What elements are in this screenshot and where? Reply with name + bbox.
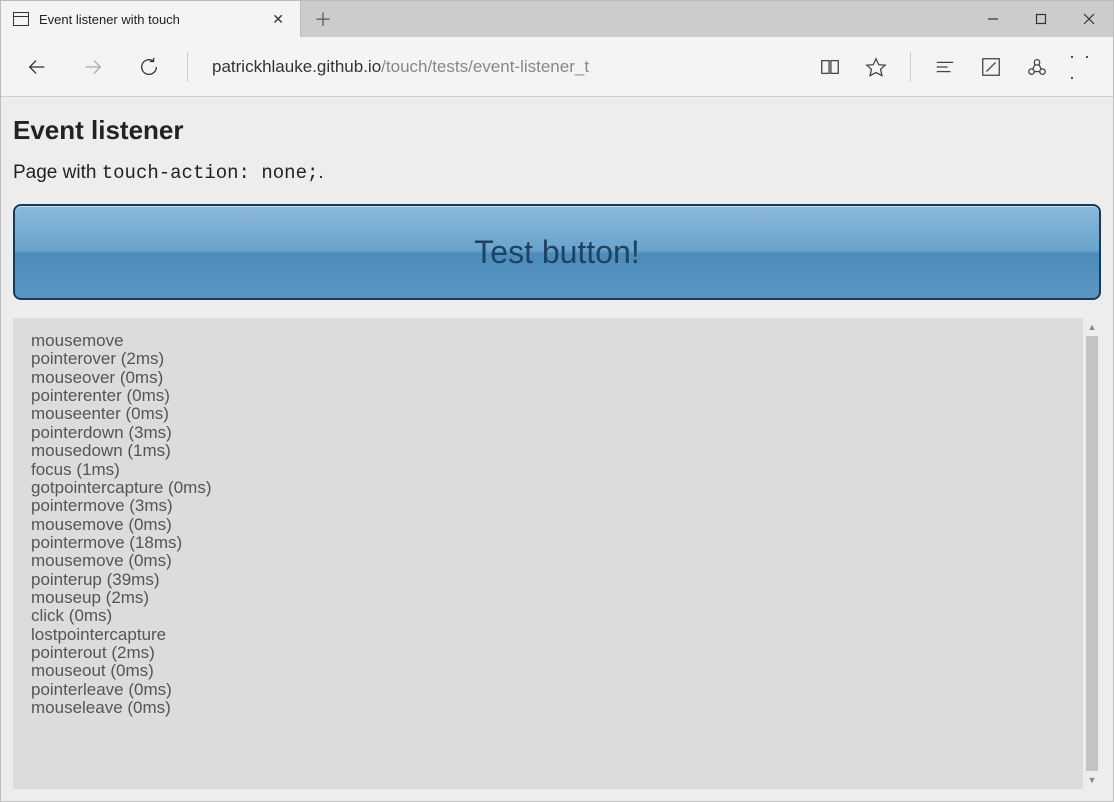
browser-tab[interactable]: Event listener with touch ✕: [1, 1, 301, 37]
url-host: patrickhlauke.github.io: [212, 57, 381, 77]
log-line: pointerdown (3ms): [31, 424, 1065, 442]
subhead-prefix: Page with: [13, 162, 102, 183]
forward-button[interactable]: [75, 49, 111, 85]
subhead-code: touch-action: none;: [102, 162, 319, 184]
more-icon[interactable]: · · ·: [1069, 53, 1097, 81]
toolbar-separator: [910, 52, 911, 82]
log-line: pointerover (2ms): [31, 350, 1065, 368]
url-path: /touch/tests/event-listener_t: [381, 57, 589, 77]
log-line: pointermove (3ms): [31, 497, 1065, 515]
scroll-thumb[interactable]: [1086, 336, 1098, 771]
page-heading: Event listener: [13, 115, 1101, 146]
address-bar[interactable]: patrickhlauke.github.io/touch/tests/even…: [208, 57, 796, 77]
close-window-button[interactable]: [1065, 1, 1113, 37]
page-icon: [13, 12, 29, 26]
log-line: mouseup (2ms): [31, 589, 1065, 607]
reading-view-icon[interactable]: [816, 53, 844, 81]
minimize-button[interactable]: [969, 1, 1017, 37]
log-line: pointermove (18ms): [31, 534, 1065, 552]
test-button-label: Test button!: [474, 234, 639, 271]
log-line: mouseout (0ms): [31, 662, 1065, 680]
browser-window: Event listener with touch ✕ ＋: [0, 0, 1114, 802]
log-line: pointerout (2ms): [31, 644, 1065, 662]
notes-icon[interactable]: [977, 53, 1005, 81]
titlebar: Event listener with touch ✕ ＋: [1, 1, 1113, 37]
share-icon[interactable]: [1023, 53, 1051, 81]
log-line: mousemove: [31, 332, 1065, 350]
log-line: pointerenter (0ms): [31, 387, 1065, 405]
log-line: mouseenter (0ms): [31, 405, 1065, 423]
event-log[interactable]: mousemovepointerover (2ms)mouseover (0ms…: [13, 318, 1083, 789]
tab-strip: Event listener with touch ✕ ＋: [1, 1, 345, 37]
tab-title: Event listener with touch: [39, 12, 258, 27]
subhead-suffix: .: [318, 162, 323, 183]
event-log-container: mousemovepointerover (2ms)mouseover (0ms…: [13, 318, 1101, 789]
page-content: Event listener Page with touch-action: n…: [1, 97, 1113, 801]
toolbar-separator: [187, 52, 188, 82]
test-button[interactable]: Test button!: [13, 204, 1101, 300]
log-line: lostpointercapture: [31, 626, 1065, 644]
log-line: pointerleave (0ms): [31, 681, 1065, 699]
log-line: pointerup (39ms): [31, 571, 1065, 589]
log-line: focus (1ms): [31, 461, 1065, 479]
log-line: mousedown (1ms): [31, 442, 1065, 460]
toolbar-actions: · · ·: [816, 52, 1107, 82]
favorite-icon[interactable]: [862, 53, 890, 81]
window-controls: [969, 1, 1113, 37]
scrollbar[interactable]: ▲ ▼: [1083, 318, 1101, 789]
scroll-down-icon[interactable]: ▼: [1083, 771, 1101, 789]
maximize-button[interactable]: [1017, 1, 1065, 37]
close-tab-icon[interactable]: ✕: [268, 11, 288, 28]
log-line: gotpointercapture (0ms): [31, 479, 1065, 497]
refresh-button[interactable]: [131, 49, 167, 85]
log-line: mousemove (0ms): [31, 552, 1065, 570]
page-subheading: Page with touch-action: none;.: [13, 162, 1101, 184]
log-line: click (0ms): [31, 607, 1065, 625]
log-line: mouseleave (0ms): [31, 699, 1065, 717]
scroll-up-icon[interactable]: ▲: [1083, 318, 1101, 336]
new-tab-button[interactable]: ＋: [301, 1, 345, 37]
log-line: mousemove (0ms): [31, 516, 1065, 534]
toolbar: patrickhlauke.github.io/touch/tests/even…: [1, 37, 1113, 97]
log-line: mouseover (0ms): [31, 369, 1065, 387]
back-button[interactable]: [19, 49, 55, 85]
hub-icon[interactable]: [931, 53, 959, 81]
